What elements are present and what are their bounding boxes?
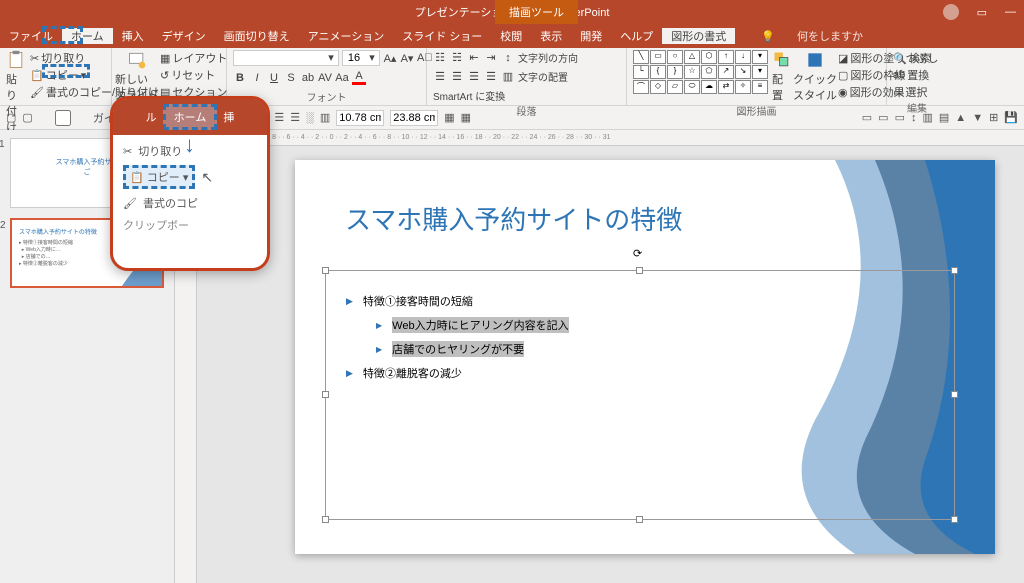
bullets-button[interactable]: ☷ xyxy=(433,51,447,64)
resize-handle[interactable] xyxy=(951,516,958,523)
tell-me[interactable]: 💡何をしますか xyxy=(743,28,881,44)
new-slide-icon xyxy=(127,50,147,70)
height-input[interactable] xyxy=(390,110,438,126)
callout-home-highlight: ホーム xyxy=(163,104,218,130)
resize-handle[interactable] xyxy=(636,516,643,523)
resize-handle[interactable] xyxy=(951,391,958,398)
strike-button[interactable]: S xyxy=(284,72,298,84)
user-avatar[interactable] xyxy=(943,4,959,20)
select-button[interactable]: ▭ 選択 xyxy=(893,84,931,100)
cursor-icon: ↖ xyxy=(201,169,213,186)
contextual-tab-label: 描画ツール xyxy=(495,0,578,24)
numbering-button[interactable]: ☵ xyxy=(450,51,464,64)
clipboard-icon xyxy=(6,50,26,70)
shadow-button[interactable]: ab xyxy=(301,72,315,84)
indent-dec-button[interactable]: ⇤ xyxy=(467,51,481,64)
bring-forward-icon[interactable]: ▲ xyxy=(955,112,966,124)
font-family-combo[interactable]: ▾ xyxy=(233,50,339,66)
ribbon-display-icon[interactable]: ▭ xyxy=(977,6,987,19)
align-center-button[interactable]: ☰ xyxy=(450,70,464,83)
text-align-button[interactable]: 文字の配置 xyxy=(518,69,568,84)
horizontal-ruler: 16 · · 14 · · 12 · · 10 · · 8 · · 6 · · … xyxy=(197,130,1024,146)
resize-handle[interactable] xyxy=(636,267,643,274)
bullet-item[interactable]: 特徴②離脱客の減少 xyxy=(346,361,934,385)
qat-save-icon[interactable]: ▢ xyxy=(6,111,16,124)
increase-font-icon[interactable]: A▴ xyxy=(383,52,397,65)
tab-insert[interactable]: 挿入 xyxy=(113,28,153,44)
bold-button[interactable]: B xyxy=(233,72,247,84)
font-size-combo[interactable]: ▾ xyxy=(342,50,380,66)
resize-handle[interactable] xyxy=(951,267,958,274)
smartart-button[interactable]: SmartArt に変換 xyxy=(433,88,505,103)
italic-button[interactable]: I xyxy=(250,72,264,84)
arrange-icon xyxy=(772,50,792,70)
minimize-icon[interactable]: — xyxy=(1005,6,1016,18)
quick-styles-button[interactable]: クイック スタイル xyxy=(796,50,834,103)
quick-styles-icon xyxy=(805,50,825,70)
guide-checkbox[interactable] xyxy=(39,110,87,126)
slide-canvas[interactable]: スマホ購入予約サイトの特徴 ⟳ 特徴①接客時間の短縮 Web入力時にヒアリング内… xyxy=(295,160,995,554)
tab-help[interactable]: ヘルプ xyxy=(611,28,662,44)
arrange-button[interactable]: 配置 xyxy=(772,50,792,103)
send-backward-icon[interactable]: ▼ xyxy=(972,112,983,124)
content-textbox[interactable]: ⟳ 特徴①接客時間の短縮 Web入力時にヒアリング内容を記入 店舗でのヒヤリング… xyxy=(325,270,955,520)
casechange-button[interactable]: Aa xyxy=(335,72,349,84)
tab-transitions[interactable]: 画面切り替え xyxy=(215,28,299,44)
bulb-icon: 💡 xyxy=(752,31,784,43)
indent-inc-button[interactable]: ⇥ xyxy=(484,51,498,64)
instruction-callout: ル ホーム 挿 ✂ 切り取り 📋 コピー ▾↖ 🖌 書式のコピ クリップボー xyxy=(110,96,270,271)
spacing-button[interactable]: AV xyxy=(318,72,332,84)
callout-copy-highlight: 📋 コピー ▾ xyxy=(123,165,195,189)
resize-handle[interactable] xyxy=(322,267,329,274)
resize-handle[interactable] xyxy=(322,391,329,398)
callout-format: 🖌 書式のコピ xyxy=(123,195,257,211)
font-color-button[interactable]: A xyxy=(352,70,366,85)
tab-view[interactable]: 表示 xyxy=(531,28,571,44)
instruction-arrow-icon: ↓ xyxy=(184,132,195,158)
resize-handle[interactable] xyxy=(322,516,329,523)
bullet-item[interactable]: 特徴①接客時間の短縮 xyxy=(346,289,934,313)
tab-developer[interactable]: 開発 xyxy=(571,28,611,44)
tab-animations[interactable]: アニメーション xyxy=(299,28,394,44)
shapes-gallery[interactable]: ╲▭○△⬡↑↓▾ └{}☆⬠↗↘▾ ⌒◇▱⬭☁⇄✧≡ xyxy=(633,50,768,103)
replace-button[interactable]: ab 置換 xyxy=(893,67,931,83)
tab-home[interactable]: ホーム xyxy=(62,28,113,44)
text-direction-button[interactable]: 文字列の方向 xyxy=(518,50,578,65)
qat-undo-icon[interactable]: ▢ xyxy=(22,111,32,124)
tab-slideshow[interactable]: スライド ショー xyxy=(393,28,491,44)
rotate-handle-icon[interactable]: ⟳ xyxy=(633,247,647,261)
underline-button[interactable]: U xyxy=(267,72,281,84)
tab-review[interactable]: 校閲 xyxy=(491,28,531,44)
tab-design[interactable]: デザイン xyxy=(153,28,215,44)
justify-button[interactable]: ☰ xyxy=(484,70,498,83)
columns-button[interactable]: ▥ xyxy=(501,70,515,83)
layout-button[interactable]: ▦ レイアウト xyxy=(160,50,227,66)
bullet-item[interactable]: 店舗でのヒヤリングが不要 xyxy=(376,337,934,361)
callout-clipboard: クリップボー xyxy=(123,217,257,233)
find-button[interactable]: 🔍 検索 xyxy=(893,50,931,66)
tab-file[interactable]: ファイル xyxy=(0,28,62,44)
width-input[interactable] xyxy=(336,110,384,126)
reset-button[interactable]: ↺ リセット xyxy=(160,67,227,83)
align-right-button[interactable]: ☰ xyxy=(467,70,481,83)
line-spacing-button[interactable]: ↕ xyxy=(501,52,515,64)
group-drawing: 図形描画 xyxy=(633,103,880,119)
bullet-item[interactable]: Web入力時にヒアリング内容を記入 xyxy=(376,313,934,337)
decrease-font-icon[interactable]: A▾ xyxy=(400,52,414,65)
tab-format[interactable]: 図形の書式 xyxy=(662,28,735,44)
align-left-button[interactable]: ☰ xyxy=(433,70,447,83)
